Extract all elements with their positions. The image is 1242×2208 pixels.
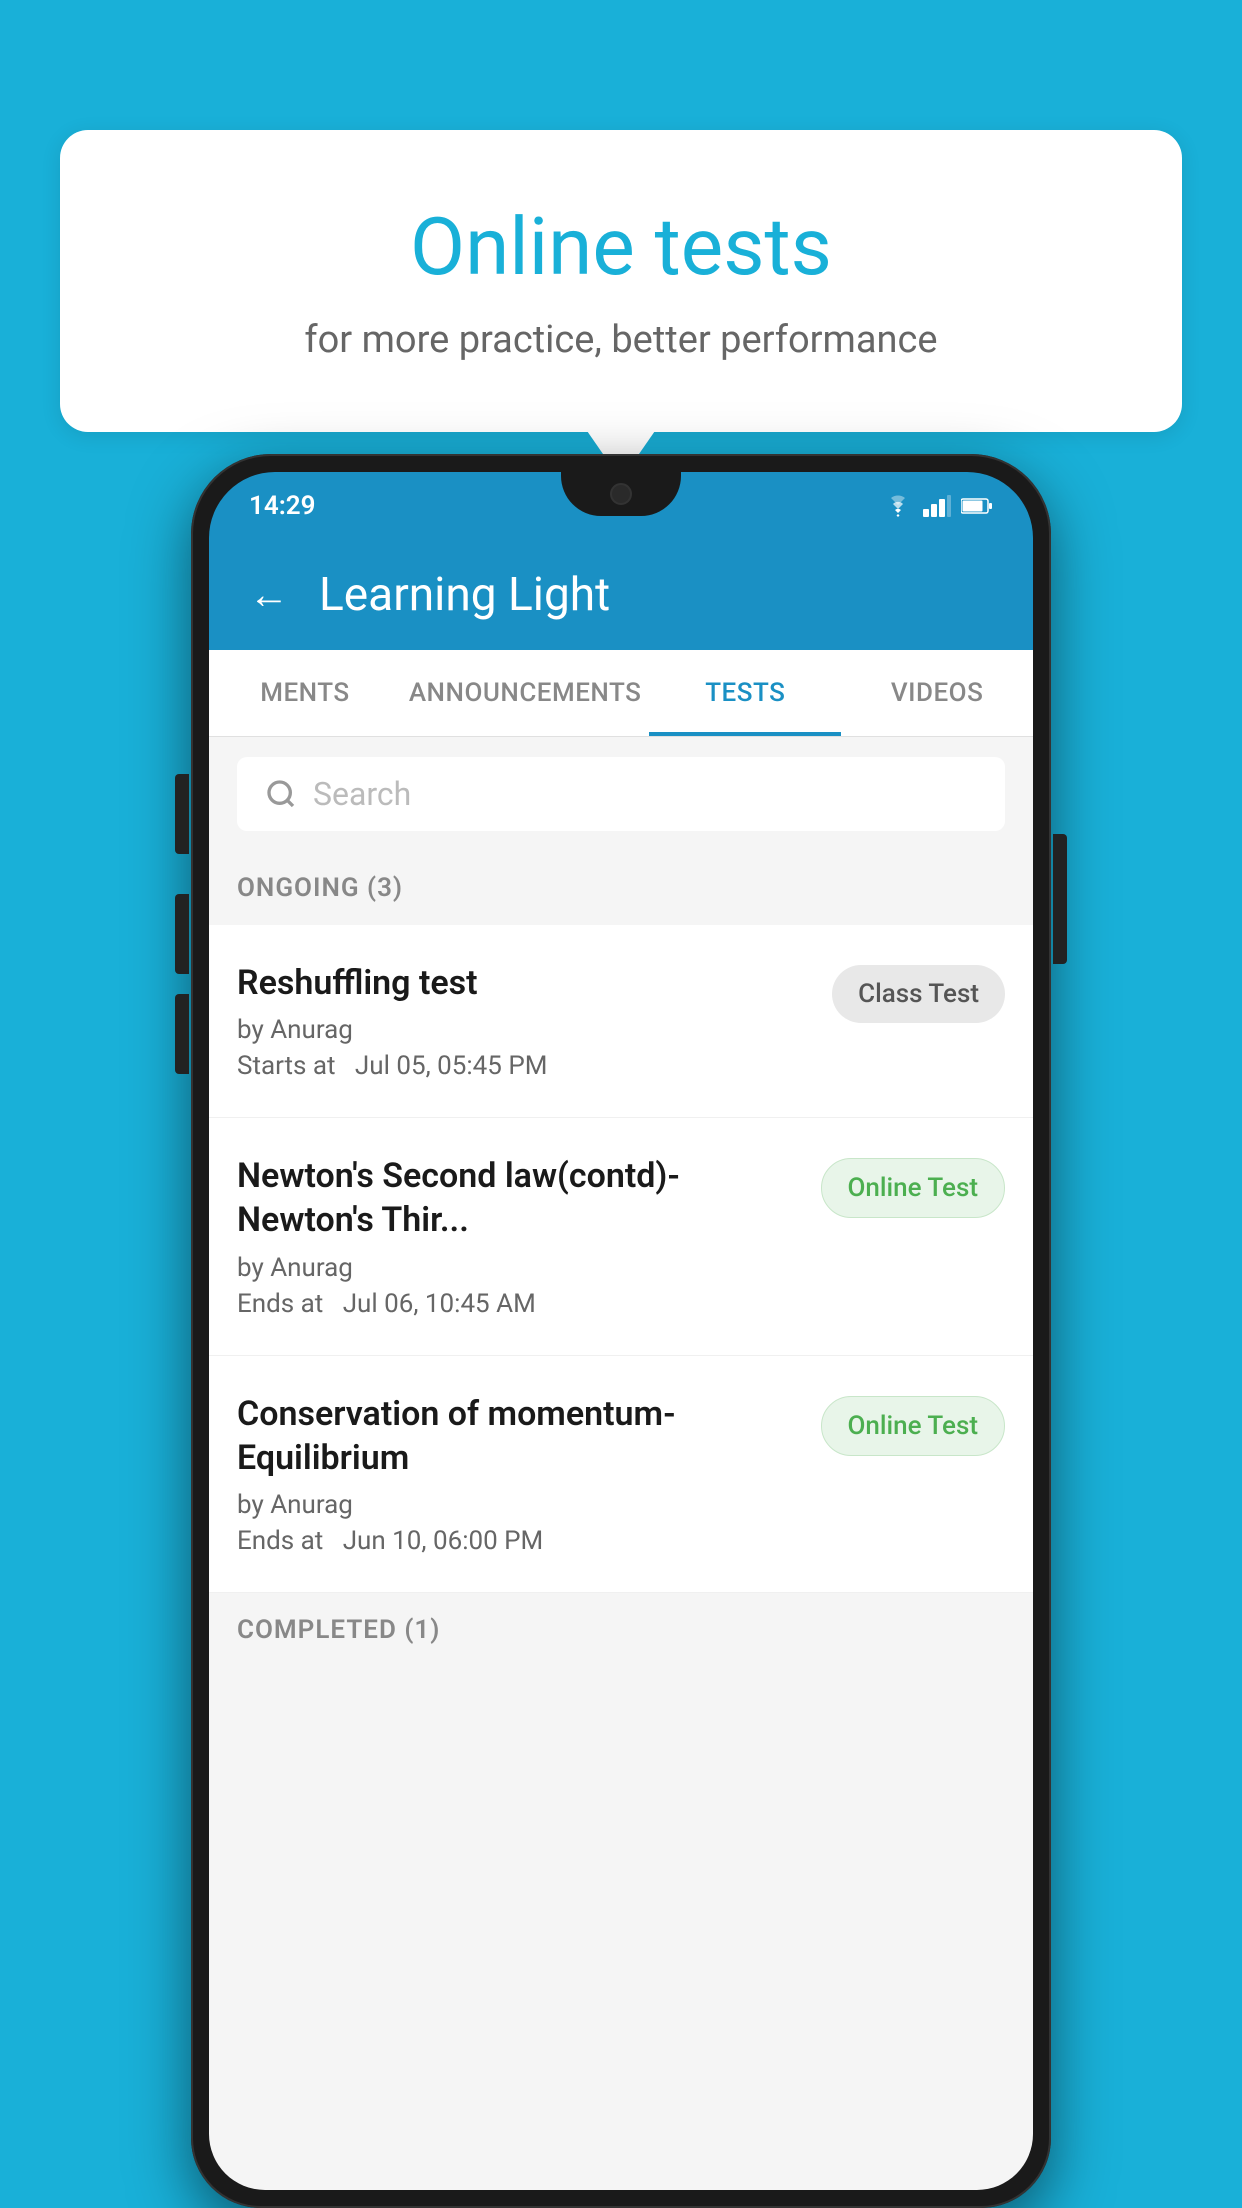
tabs-row: MENTS ANNOUNCEMENTS TESTS VIDEOS bbox=[209, 650, 1033, 737]
bubble-title: Online tests bbox=[140, 200, 1102, 294]
test-name-1: Reshuffling test bbox=[237, 961, 812, 1005]
status-bar: 14:29 bbox=[209, 472, 1033, 540]
search-placeholder: Search bbox=[313, 775, 411, 813]
phone-screen: 14:29 bbox=[209, 472, 1033, 2190]
app-title: Learning Light bbox=[319, 568, 610, 622]
status-icons bbox=[883, 495, 993, 517]
test-info-1: Reshuffling test by Anurag Starts at Jul… bbox=[237, 961, 812, 1081]
search-icon bbox=[265, 778, 297, 810]
tab-ments[interactable]: MENTS bbox=[209, 650, 401, 736]
test-info-3: Conservation of momentum-Equilibrium by … bbox=[237, 1392, 801, 1556]
test-name-3: Conservation of momentum-Equilibrium bbox=[237, 1392, 801, 1480]
completed-section-header: COMPLETED (1) bbox=[209, 1593, 1033, 1667]
test-badge-2: Online Test bbox=[821, 1158, 1006, 1218]
screen-content: MENTS ANNOUNCEMENTS TESTS VIDEOS bbox=[209, 650, 1033, 2190]
bubble-subtitle: for more practice, better performance bbox=[140, 318, 1102, 362]
test-info-2: Newton's Second law(contd)-Newton's Thir… bbox=[237, 1154, 801, 1318]
status-time: 14:29 bbox=[249, 491, 316, 521]
ongoing-section-header: ONGOING (3) bbox=[209, 851, 1033, 925]
test-badge-1: Class Test bbox=[832, 965, 1005, 1023]
test-time-2: Ends at Jul 06, 10:45 AM bbox=[237, 1289, 801, 1319]
tab-announcements[interactable]: ANNOUNCEMENTS bbox=[401, 650, 650, 736]
completed-label: COMPLETED (1) bbox=[237, 1615, 440, 1645]
test-badge-3: Online Test bbox=[821, 1396, 1006, 1456]
test-author-2: by Anurag bbox=[237, 1253, 801, 1283]
camera bbox=[610, 483, 632, 505]
wifi-icon bbox=[883, 495, 913, 517]
ongoing-label: ONGOING (3) bbox=[237, 873, 403, 903]
test-item-conservation[interactable]: Conservation of momentum-Equilibrium by … bbox=[209, 1356, 1033, 1593]
test-name-2: Newton's Second law(contd)-Newton's Thir… bbox=[237, 1154, 801, 1242]
tests-list: Reshuffling test by Anurag Starts at Jul… bbox=[209, 925, 1033, 1593]
app-header: ← Learning Light bbox=[209, 540, 1033, 650]
phone-device: 14:29 bbox=[191, 454, 1051, 2208]
test-author-1: by Anurag bbox=[237, 1015, 812, 1045]
tab-videos[interactable]: VIDEOS bbox=[841, 650, 1033, 736]
search-box[interactable]: Search bbox=[237, 757, 1005, 831]
back-button[interactable]: ← bbox=[249, 575, 289, 615]
battery-icon bbox=[961, 497, 993, 515]
speech-bubble: Online tests for more practice, better p… bbox=[60, 130, 1182, 432]
signal-icon bbox=[923, 495, 951, 517]
test-item-newton[interactable]: Newton's Second law(contd)-Newton's Thir… bbox=[209, 1118, 1033, 1355]
notch bbox=[561, 472, 681, 516]
tab-tests[interactable]: TESTS bbox=[649, 650, 841, 736]
promo-section: Online tests for more practice, better p… bbox=[60, 130, 1182, 432]
test-item-reshuffling[interactable]: Reshuffling test by Anurag Starts at Jul… bbox=[209, 925, 1033, 1118]
test-time-1: Starts at Jul 05, 05:45 PM bbox=[237, 1051, 812, 1081]
phone-outer: 14:29 bbox=[191, 454, 1051, 2208]
search-container: Search bbox=[209, 737, 1033, 851]
test-author-3: by Anurag bbox=[237, 1490, 801, 1520]
test-time-3: Ends at Jun 10, 06:00 PM bbox=[237, 1526, 801, 1556]
